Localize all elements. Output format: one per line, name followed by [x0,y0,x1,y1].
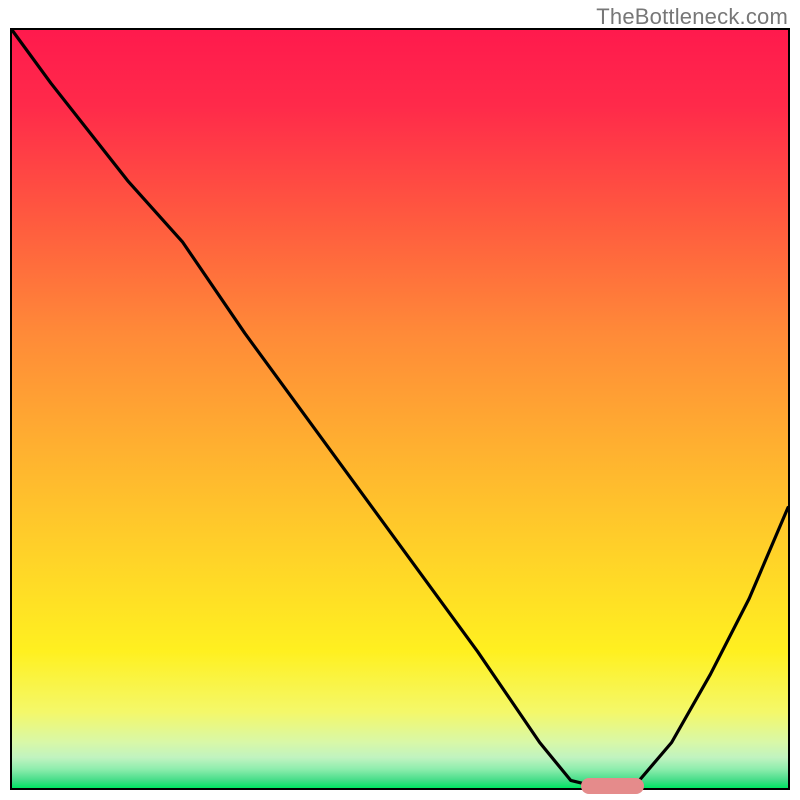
bottleneck-curve [12,30,788,788]
watermark-label: TheBottleneck.com [596,4,788,30]
plot-frame [10,28,790,790]
optimal-range-marker [581,778,643,794]
